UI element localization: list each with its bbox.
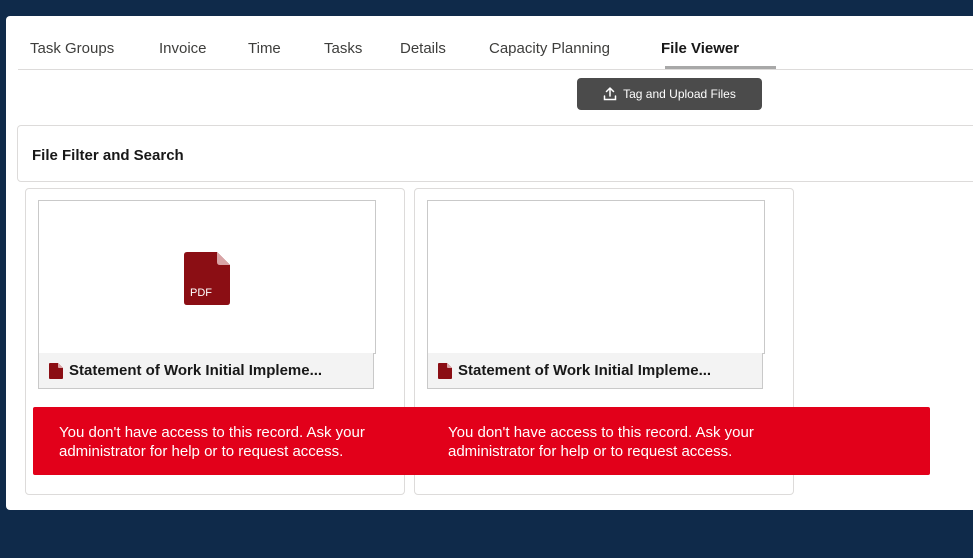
active-tab-indicator xyxy=(665,66,776,69)
pdf-label: PDF xyxy=(190,287,212,299)
pdf-icon xyxy=(49,362,63,379)
tab-tasks[interactable]: Tasks xyxy=(324,40,362,57)
upload-button-label: Tag and Upload Files xyxy=(623,87,736,101)
file-title-bar: Statement of Work Initial Impleme... xyxy=(427,353,763,389)
tab-file-viewer[interactable]: File Viewer xyxy=(661,40,739,57)
file-thumbnail[interactable]: PDF xyxy=(38,200,376,354)
error-message: You don't have access to this record. As… xyxy=(59,424,365,460)
pdf-file-icon: PDF xyxy=(184,252,230,305)
pdf-icon xyxy=(438,362,452,379)
file-thumbnail[interactable] xyxy=(427,200,765,354)
tab-time[interactable]: Time xyxy=(248,40,281,57)
tab-task-groups[interactable]: Task Groups xyxy=(30,40,114,57)
tag-and-upload-files-button[interactable]: Tag and Upload Files xyxy=(577,78,762,110)
access-error-banner: You don't have access to this record. As… xyxy=(33,407,930,475)
error-message: You don't have access to this record. As… xyxy=(448,424,754,460)
tab-details[interactable]: Details xyxy=(400,40,446,57)
tab-invoice[interactable]: Invoice xyxy=(159,40,207,57)
file-name-link[interactable]: Statement of Work Initial Impleme... xyxy=(458,362,711,379)
tab-capacity-planning[interactable]: Capacity Planning xyxy=(489,40,610,57)
upload-icon xyxy=(603,87,617,101)
file-name-link[interactable]: Statement of Work Initial Impleme... xyxy=(69,362,322,379)
file-title-bar: Statement of Work Initial Impleme... xyxy=(38,353,374,389)
filter-title: File Filter and Search xyxy=(32,147,184,164)
file-filter-section[interactable]: File Filter and Search xyxy=(17,125,973,182)
tab-bar: Task Groups Invoice Time Tasks Details C… xyxy=(18,30,973,70)
